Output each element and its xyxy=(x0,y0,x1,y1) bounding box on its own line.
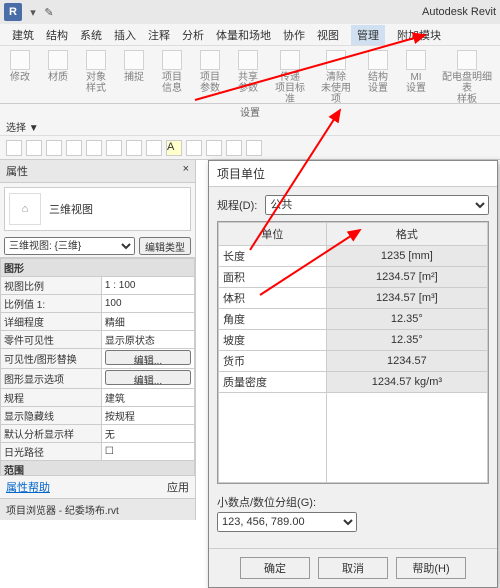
help-button[interactable]: 帮助(H) xyxy=(396,557,466,579)
menu-注释[interactable]: 注释 xyxy=(148,27,170,43)
properties-title: 属性 xyxy=(6,163,28,179)
ribbon-捕捉[interactable]: 捕捉 xyxy=(120,50,148,83)
ribbon-结构[interactable]: 结构设置 xyxy=(364,50,392,94)
menu-管理[interactable]: 管理 xyxy=(351,25,385,45)
tool-icon[interactable] xyxy=(66,140,82,156)
ribbon-项目[interactable]: 项目信息 xyxy=(158,50,186,94)
menu-建筑[interactable]: 建筑 xyxy=(12,27,34,43)
tool-icon[interactable]: A xyxy=(166,140,182,156)
grouping-select[interactable]: 123, 456, 789.00 xyxy=(217,512,357,532)
menubar: 建筑结构系统插入注释分析体量和场地协作视图管理附加模块 xyxy=(0,24,500,46)
quick-access-toolbar: ▾ ✎ xyxy=(26,5,56,19)
tool-icon[interactable] xyxy=(146,140,162,156)
app-icon: R xyxy=(4,3,22,21)
ribbon-共享[interactable]: 共享参数 xyxy=(234,50,262,94)
discipline-label: 规程(D): xyxy=(217,197,257,213)
type-name: 三维视图 xyxy=(49,201,93,217)
tool-icon[interactable] xyxy=(126,140,142,156)
tool-icon[interactable] xyxy=(86,140,102,156)
cancel-button[interactable]: 取消 xyxy=(318,557,388,579)
tool-icon[interactable] xyxy=(206,140,222,156)
qat-open-icon[interactable]: ▾ xyxy=(26,5,40,19)
menu-视图[interactable]: 视图 xyxy=(317,27,339,43)
units-table: 单位格式 长度1235 [mm]面积1234.57 [m²]体积1234.57 … xyxy=(217,221,489,484)
properties-panel: 属性 × ⌂ 三维视图 三维视图: {三维} 编辑类型 图形视图比例1 : 100… xyxy=(0,160,196,520)
app-title: Autodesk Revit xyxy=(422,6,496,18)
menu-系统[interactable]: 系统 xyxy=(80,27,102,43)
properties-help-link[interactable]: 属性帮助 xyxy=(6,479,50,495)
menu-体量和场地[interactable]: 体量和场地 xyxy=(216,27,271,43)
discipline-select[interactable]: 公共 xyxy=(265,195,489,215)
ribbon-MI[interactable]: MI设置 xyxy=(402,50,430,94)
home-icon: ⌂ xyxy=(9,193,41,225)
tool-icon[interactable] xyxy=(26,140,42,156)
ribbon: 修改材质对象样式捕捉项目信息项目参数共享参数传递项目标准清除未使用项结构设置 MI… xyxy=(0,46,500,104)
ribbon-修改[interactable]: 修改 xyxy=(6,50,34,83)
col-unit: 单位 xyxy=(219,223,327,246)
grouping-label: 小数点/数位分组(G): xyxy=(217,494,489,510)
type-selector[interactable]: ⌂ 三维视图 xyxy=(4,187,191,231)
tool-icon[interactable] xyxy=(106,140,122,156)
tool-icon[interactable] xyxy=(186,140,202,156)
view-toolbar: A xyxy=(0,136,500,160)
ribbon-group-label: 设置 xyxy=(0,104,500,118)
ribbon-对象[interactable]: 对象样式 xyxy=(82,50,110,94)
tool-icon[interactable] xyxy=(6,140,22,156)
project-browser-title: 项目浏览器 - 纪委场布.rvt xyxy=(0,498,195,520)
properties-grid: 图形视图比例1 : 100比例值 1:100详细程度精细零件可见性显示原状态可见… xyxy=(0,257,195,475)
menu-附加模块[interactable]: 附加模块 xyxy=(397,27,441,43)
ribbon-配电盘明细表[interactable]: 配电盘明细表样板 xyxy=(440,50,494,105)
ribbon-项目[interactable]: 项目参数 xyxy=(196,50,224,94)
qat-save-icon[interactable]: ✎ xyxy=(42,5,56,19)
project-units-dialog: 项目单位 规程(D): 公共 单位格式 长度1235 [mm]面积1234.57… xyxy=(208,160,498,588)
ribbon-材质[interactable]: 材质 xyxy=(44,50,72,83)
tool-icon[interactable] xyxy=(226,140,242,156)
tool-icon[interactable] xyxy=(246,140,262,156)
apply-button[interactable]: 应用 xyxy=(167,479,189,495)
tool-icon[interactable] xyxy=(46,140,62,156)
menu-结构[interactable]: 结构 xyxy=(46,27,68,43)
ribbon-清除[interactable]: 清除未使用项 xyxy=(318,50,354,105)
col-format: 格式 xyxy=(326,223,487,246)
menu-分析[interactable]: 分析 xyxy=(182,27,204,43)
ok-button[interactable]: 确定 xyxy=(240,557,310,579)
view-dropdown[interactable]: 三维视图: {三维} xyxy=(4,237,135,255)
select-bar[interactable]: 选择 ▼ xyxy=(0,118,500,136)
close-icon[interactable]: × xyxy=(183,163,189,179)
menu-协作[interactable]: 协作 xyxy=(283,27,305,43)
edit-type-button[interactable]: 编辑类型 xyxy=(139,237,191,255)
ribbon-传递[interactable]: 传递项目标准 xyxy=(272,50,308,105)
menu-插入[interactable]: 插入 xyxy=(114,27,136,43)
dialog-title: 项目单位 xyxy=(209,161,497,187)
